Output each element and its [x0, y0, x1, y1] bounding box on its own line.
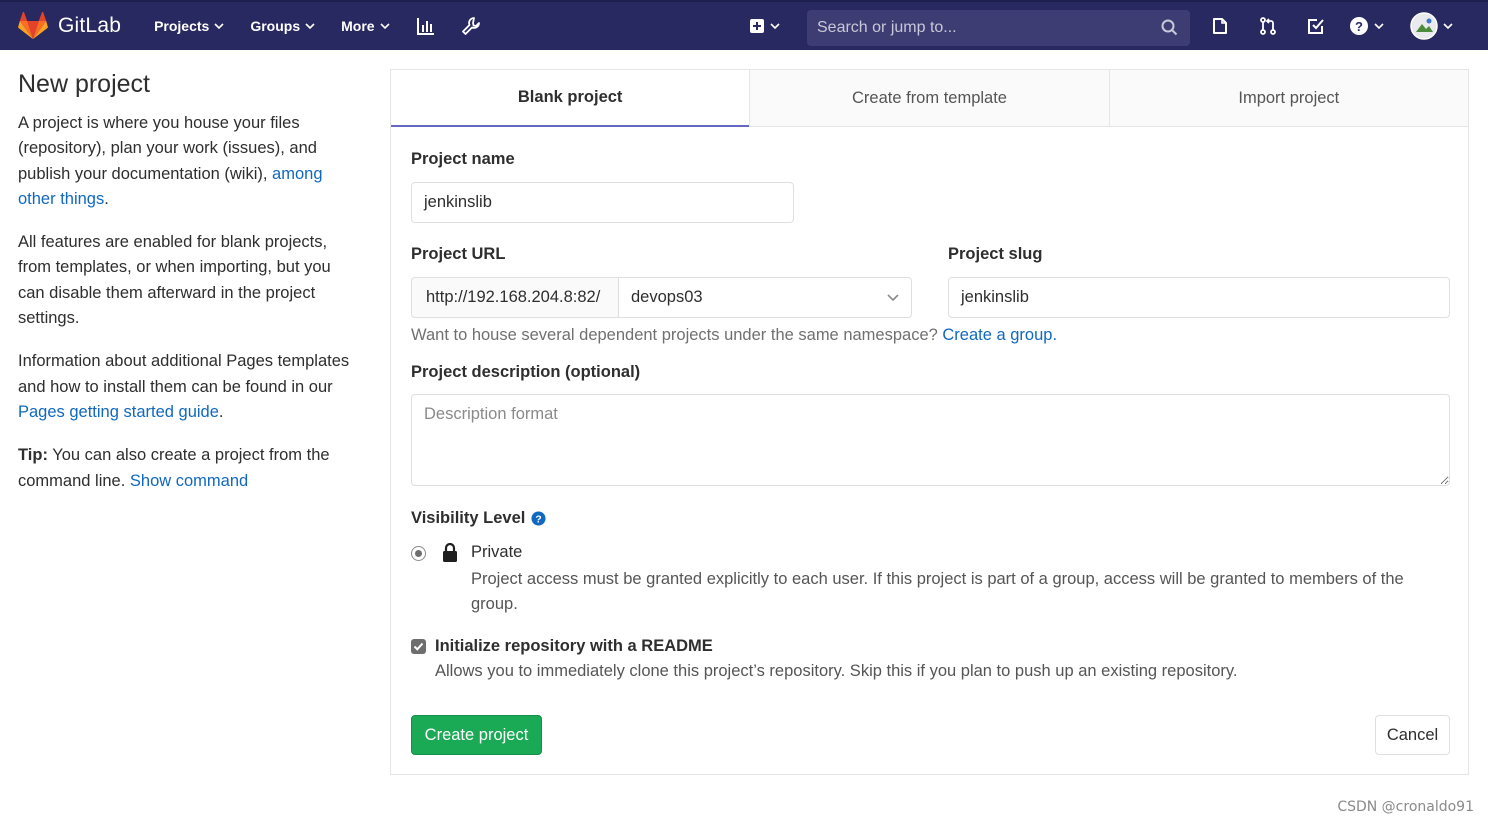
nav-more-label: More [341, 18, 375, 34]
merge-requests-button[interactable] [1258, 2, 1278, 50]
page-title: New project [18, 70, 150, 98]
bar-chart-icon [416, 18, 434, 35]
description-label: Project description (optional) [411, 363, 641, 381]
features-paragraph: All features are enabled for blank proje… [18, 233, 331, 328]
admin-area-button[interactable] [461, 2, 481, 50]
search-icon [1161, 19, 1178, 36]
lock-icon [443, 543, 457, 562]
chevron-down-icon [770, 22, 780, 29]
nav-projects-dropdown[interactable]: Projects [154, 2, 224, 50]
question-circle-icon: ? [1350, 17, 1368, 35]
wrench-icon [461, 17, 480, 35]
namespace-hint: Want to house several dependent projects… [411, 326, 1057, 345]
question-circle-icon[interactable]: ? [531, 511, 546, 526]
search-input[interactable] [817, 19, 1147, 37]
create-group-link[interactable]: Create a group. [942, 326, 1057, 344]
nav-projects-label: Projects [154, 18, 210, 34]
pages-text: Information about additional Pages templ… [18, 352, 350, 396]
chevron-down-icon [214, 22, 224, 29]
intro-text-end: . [104, 189, 109, 208]
chevron-down-icon [1374, 22, 1384, 29]
show-command-link[interactable]: Show command [130, 472, 248, 490]
namespace-value: devops03 [631, 288, 703, 306]
namespace-select[interactable]: devops03 [618, 277, 912, 318]
tab-import-project[interactable]: Import project [1108, 70, 1468, 127]
pages-text-end: . [218, 402, 224, 421]
project-url-prefix: http://192.168.204.8:82/ [411, 277, 619, 318]
initialize-readme-label: Initialize repository with a README [435, 637, 713, 655]
issues-icon [1213, 18, 1227, 34]
merge-request-icon [1260, 17, 1276, 35]
tab-blank-project[interactable]: Blank project [391, 70, 750, 127]
project-name-label: Project name [411, 150, 515, 168]
issues-button[interactable] [1210, 2, 1230, 50]
project-type-tabs: Blank project Create from template Impor… [391, 70, 1468, 127]
gitlab-logo-icon [18, 12, 48, 40]
nav-groups-label: Groups [250, 18, 301, 34]
new-item-dropdown[interactable] [749, 2, 780, 50]
description-textarea[interactable] [411, 394, 1450, 486]
project-name-input[interactable]: jenkinslib [411, 182, 794, 223]
help-dropdown[interactable]: ? [1349, 2, 1384, 50]
visibility-private-label: Private [471, 543, 523, 561]
brand-name: GitLab [58, 14, 122, 37]
chevron-down-icon [1443, 22, 1453, 29]
top-navbar: GitLab Projects Groups More ? [0, 0, 1488, 50]
chevron-down-icon [379, 22, 390, 29]
pages-paragraph: Information about additional Pages templ… [18, 349, 358, 425]
todo-check-icon [1308, 19, 1324, 34]
todos-button[interactable] [1306, 2, 1326, 50]
visibility-private-description: Project access must be granted explicitl… [471, 570, 1404, 613]
cancel-button[interactable]: Cancel [1375, 715, 1450, 755]
checkmark-icon [413, 642, 424, 651]
plus-square-icon [750, 19, 764, 33]
project-slug-label: Project slug [948, 245, 1043, 263]
nav-groups-dropdown[interactable]: Groups [250, 2, 315, 50]
create-project-button[interactable]: Create project [411, 715, 542, 755]
chevron-down-icon [305, 22, 315, 29]
tip-paragraph: Tip: You can also create a project from … [18, 443, 358, 494]
intro-paragraph: A project is where you house your files … [18, 111, 358, 212]
visibility-level-text: Visibility Level [411, 509, 526, 527]
chevron-down-icon [887, 294, 899, 302]
pages-guide-link[interactable]: Pages getting started guide [18, 403, 219, 421]
new-project-panel: Blank project Create from template Impor… [390, 69, 1469, 775]
tip-label: Tip: [18, 446, 48, 465]
visibility-level-label: Visibility Level ? [411, 509, 546, 528]
initialize-readme-checkbox[interactable] [411, 639, 426, 654]
nav-more-dropdown[interactable]: More [341, 2, 390, 50]
svg-text:?: ? [1355, 19, 1363, 34]
svg-text:?: ? [536, 514, 542, 525]
intro-section: New project A project is where you house… [18, 70, 358, 512]
user-menu-dropdown[interactable] [1410, 2, 1453, 50]
tab-create-from-template[interactable]: Create from template [749, 70, 1109, 127]
visibility-private-radio[interactable] [411, 546, 426, 561]
project-slug-input[interactable]: jenkinslib [948, 277, 1450, 318]
brand-link[interactable]: GitLab [18, 2, 121, 50]
search-box [807, 10, 1190, 46]
initialize-readme-description: Allows you to immediately clone this pro… [435, 662, 1238, 680]
project-url-label: Project URL [411, 245, 506, 263]
avatar-icon [1410, 12, 1438, 40]
watermark-text: CSDN @cronaldo91 [1337, 799, 1474, 815]
namespace-hint-text: Want to house several dependent projects… [411, 326, 943, 344]
activity-chart-button[interactable] [416, 2, 436, 50]
